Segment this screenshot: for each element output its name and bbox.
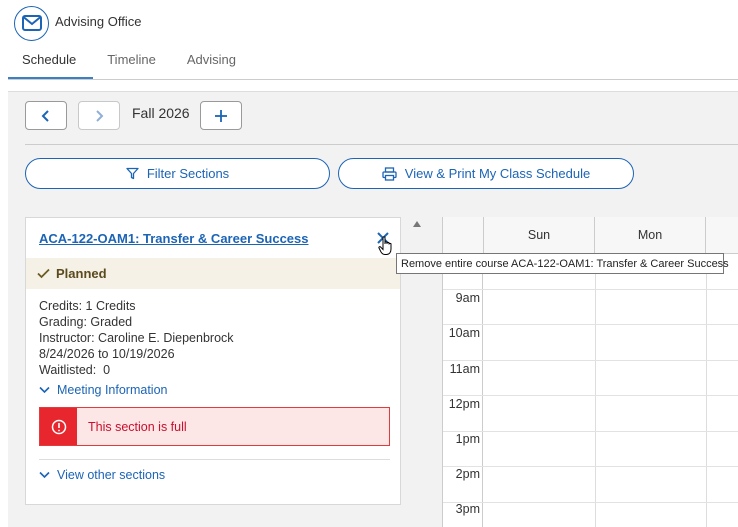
chevron-down-icon — [39, 471, 50, 479]
section-full-alert: This section is full — [39, 407, 390, 446]
time-label: 12pm — [448, 397, 480, 411]
remove-course-tooltip: Remove entire course ACA-122-OAM1: Trans… — [396, 253, 729, 274]
add-term-button[interactable] — [200, 101, 242, 130]
dates-text: 8/24/2026 to 10/19/2026 — [39, 347, 175, 361]
waitlisted-text: Waitlisted: 0 — [39, 363, 111, 377]
view-other-sections-toggle[interactable]: View other sections — [39, 468, 165, 482]
course-title-link[interactable]: ACA-122-OAM1: Transfer & Career Success — [39, 231, 309, 246]
course-details: Credits: 1 Credits Grading: Graded Instr… — [39, 298, 234, 378]
meeting-information-toggle[interactable]: Meeting Information — [39, 383, 167, 397]
filter-sections-button[interactable]: Filter Sections — [25, 158, 330, 189]
instructor-text: Instructor: Caroline E. Diepenbrock — [39, 331, 234, 345]
hour-line — [443, 502, 738, 503]
plus-icon — [215, 109, 227, 122]
filter-icon — [126, 167, 139, 180]
time-label: 2pm — [455, 467, 480, 481]
hand-cursor-icon — [378, 236, 392, 255]
time-label: 3pm — [455, 502, 480, 516]
credits-text: Credits: 1 Credits — [39, 299, 136, 313]
day-divider — [595, 254, 596, 527]
grading-text: Grading: Graded — [39, 315, 133, 329]
alert-message: This section is full — [88, 419, 187, 434]
scroll-up-arrow-icon[interactable] — [413, 221, 421, 227]
chevron-down-icon — [39, 386, 50, 394]
alert-icon — [40, 408, 77, 445]
day-header-sun: Sun — [484, 217, 595, 254]
view-other-sections-label: View other sections — [57, 468, 166, 482]
hour-line — [443, 360, 738, 361]
day-divider — [706, 254, 707, 527]
tab-timeline[interactable]: Timeline — [93, 46, 173, 80]
chevron-left-icon — [41, 109, 49, 122]
time-label: 11am — [449, 362, 480, 376]
day-header-mon: Mon — [595, 217, 706, 254]
meeting-information-label: Meeting Information — [57, 383, 168, 397]
print-schedule-label: View & Print My Class Schedule — [404, 166, 591, 181]
hour-line — [443, 395, 738, 396]
chevron-right-icon — [96, 109, 104, 122]
calendar-corner — [443, 217, 484, 254]
filter-sections-label: Filter Sections — [146, 166, 230, 181]
hour-line — [443, 324, 738, 325]
time-label: 10am — [448, 326, 480, 340]
time-label: 1pm — [455, 432, 480, 446]
course-card: ACA-122-OAM1: Transfer & Career Success … — [25, 217, 401, 505]
prev-term-button[interactable] — [25, 101, 67, 130]
term-label: Fall 2026 — [132, 105, 190, 121]
check-icon — [37, 268, 50, 279]
tab-schedule[interactable]: Schedule — [8, 46, 94, 80]
hour-line — [443, 289, 738, 290]
tabs-divider — [8, 79, 738, 80]
print-schedule-button[interactable]: View & Print My Class Schedule — [338, 158, 634, 189]
time-label: 9am — [455, 291, 480, 305]
printer-icon — [382, 166, 397, 181]
app-header: Advising Office — [14, 4, 141, 42]
mail-icon[interactable] — [14, 5, 49, 41]
planned-status-bar: Planned — [26, 258, 400, 289]
header-title: Advising Office — [55, 13, 142, 29]
card-divider — [39, 459, 390, 460]
section-divider — [25, 144, 738, 145]
tab-advising[interactable]: Advising — [173, 46, 253, 80]
next-term-button[interactable] — [78, 101, 120, 130]
hour-line — [443, 466, 738, 467]
tab-bar: Schedule Timeline Advising — [8, 46, 253, 80]
day-header-next — [706, 217, 738, 254]
hour-line — [443, 431, 738, 432]
planned-status-label: Planned — [56, 266, 107, 281]
